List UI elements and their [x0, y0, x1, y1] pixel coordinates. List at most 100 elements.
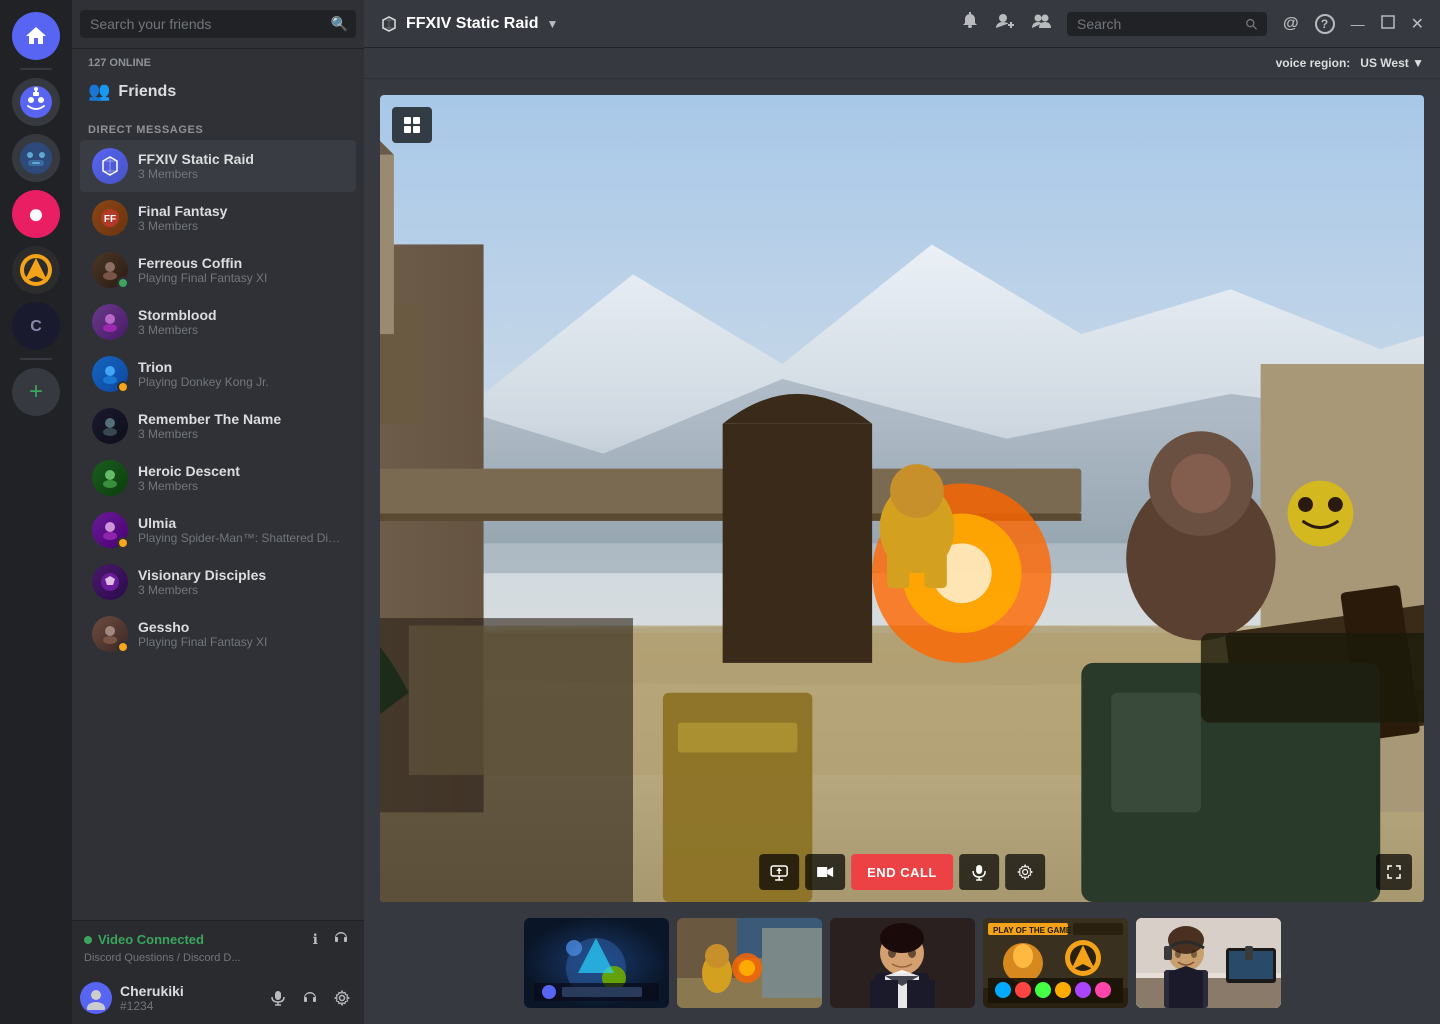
dm-avatar-heroic-descent — [92, 460, 128, 496]
thumbnail-3[interactable] — [830, 918, 975, 1008]
video-fullscreen-btn[interactable] — [1376, 854, 1412, 890]
user-info: Cherukiki #1234 — [120, 983, 256, 1013]
voice-channel-path: Discord Questions / Discord D... — [84, 952, 352, 964]
home-button[interactable] — [12, 12, 60, 60]
dm-item-stormblood[interactable]: Stormblood 3 Members ✕ — [80, 296, 356, 348]
top-header: FFXIV Static Raid ▼ — [364, 0, 1440, 48]
dm-item-ffxiv-static[interactable]: FFXIV Static Raid 3 Members ✕ — [80, 140, 356, 192]
server-icon-bot[interactable] — [12, 78, 60, 126]
thumbnail-5[interactable] — [1136, 918, 1281, 1008]
dm-avatar-remember-the-name — [92, 408, 128, 444]
dm-item-trion[interactable]: Trion Playing Donkey Kong Jr. ✕ — [80, 348, 356, 400]
video-controls: END CALL — [759, 854, 1045, 890]
dm-avatar-gessho — [92, 616, 128, 652]
dm-item-visionary-disciples[interactable]: Visionary Disciples 3 Members ✕ — [80, 556, 356, 608]
thumbnail-2[interactable] — [677, 918, 822, 1008]
thumbnails-row: PLAY OF THE GAME — [380, 918, 1424, 1008]
user-headphones-button[interactable] — [296, 984, 324, 1012]
voice-headphones-btn[interactable] — [330, 929, 352, 950]
dm-sub-ulmia: Playing Spider-Man™: Shattered Dimen... — [138, 531, 344, 545]
server-divider-2 — [20, 358, 52, 360]
dm-sub-ferreous-coffin: Playing Final Fantasy XI — [138, 271, 344, 285]
thumbnail-1[interactable] — [524, 918, 669, 1008]
camera-btn[interactable] — [805, 854, 845, 890]
voice-region-value[interactable]: US West ▼ — [1360, 56, 1424, 70]
dm-name-remember-the-name: Remember The Name — [138, 411, 344, 427]
dm-name-ffxiv-static: FFXIV Static Raid — [138, 151, 344, 167]
svg-text:FF: FF — [104, 214, 116, 225]
dm-item-final-fantasy[interactable]: FF Final Fantasy 3 Members ✕ — [80, 192, 356, 244]
friends-sidebar: 🔍 127 ONLINE 👥 Friends DIRECT MESSAGES F… — [72, 0, 364, 1024]
header-search-input[interactable] — [1077, 16, 1237, 32]
friends-header[interactable]: 👥 Friends — [72, 69, 364, 108]
video-grid-btn[interactable] — [392, 107, 432, 143]
dm-item-remember-the-name[interactable]: Remember The Name 3 Members ✕ — [80, 400, 356, 452]
dm-info-remember-the-name: Remember The Name 3 Members — [138, 411, 344, 441]
add-friend-btn[interactable] — [995, 11, 1015, 36]
dm-info-final-fantasy: Final Fantasy 3 Members — [138, 203, 344, 233]
server-icon-red[interactable]: ● — [12, 190, 60, 238]
dm-sub-ffxiv-static: 3 Members — [138, 167, 344, 181]
dm-info-ferreous-coffin: Ferreous Coffin Playing Final Fantasy XI — [138, 255, 344, 285]
minimize-btn[interactable]: — — [1351, 16, 1365, 32]
at-btn[interactable]: @ — [1283, 15, 1299, 33]
maximize-btn[interactable] — [1381, 13, 1395, 34]
dm-info-ffxiv-static: FFXIV Static Raid 3 Members — [138, 151, 344, 181]
server-dropdown-icon[interactable]: ▼ — [546, 17, 558, 31]
user-mic-button[interactable] — [264, 984, 292, 1012]
share-screen-btn[interactable] — [759, 854, 799, 890]
end-call-btn[interactable]: END CALL — [851, 854, 953, 890]
dm-info-ulmia: Ulmia Playing Spider-Man™: Shattered Dim… — [138, 515, 344, 545]
friends-search-area: 🔍 — [72, 0, 364, 49]
server-icon-overwatch[interactable] — [12, 246, 60, 294]
mute-btn[interactable] — [959, 854, 999, 890]
server-icon-robot[interactable] — [12, 134, 60, 182]
dm-name-final-fantasy: Final Fantasy — [138, 203, 344, 219]
user-name: Cherukiki — [120, 983, 256, 999]
voice-connected-area: Video Connected ℹ Discord Questions / Di… — [72, 920, 364, 972]
voice-info-btn[interactable]: ℹ — [309, 929, 322, 950]
dm-avatar-stormblood — [92, 304, 128, 340]
members-btn[interactable] — [1031, 11, 1051, 36]
dm-section-label: DIRECT MESSAGES — [72, 108, 364, 140]
close-btn[interactable]: ✕ — [1411, 14, 1424, 34]
dm-name-ulmia: Ulmia — [138, 515, 344, 531]
user-avatar — [80, 982, 112, 1014]
dm-item-heroic-descent[interactable]: Heroic Descent 3 Members ✕ — [80, 452, 356, 504]
svg-text:C: C — [30, 318, 42, 335]
dm-sub-stormblood: 3 Members — [138, 323, 344, 337]
friends-search-input[interactable] — [80, 10, 356, 38]
thumbnail-4[interactable]: PLAY OF THE GAME — [983, 918, 1128, 1008]
svg-text:PLAY OF THE GAME: PLAY OF THE GAME — [993, 926, 1072, 935]
friends-search-icon: 🔍 — [331, 16, 348, 33]
dm-sub-heroic-descent: 3 Members — [138, 479, 344, 493]
header-actions: @ ? — ✕ — [961, 11, 1424, 36]
dm-item-gessho[interactable]: Gessho Playing Final Fantasy XI ✕ — [80, 608, 356, 660]
dm-list: FFXIV Static Raid 3 Members ✕ FF Final F… — [72, 140, 364, 920]
dm-name-stormblood: Stormblood — [138, 307, 344, 323]
dm-info-stormblood: Stormblood 3 Members — [138, 307, 344, 337]
voice-region-label: voice region: — [1276, 56, 1351, 70]
dm-name-heroic-descent: Heroic Descent — [138, 463, 344, 479]
dm-sub-trion: Playing Donkey Kong Jr. — [138, 375, 344, 389]
dm-sub-final-fantasy: 3 Members — [138, 219, 344, 233]
dm-item-ferreous-coffin[interactable]: Ferreous Coffin Playing Final Fantasy XI… — [80, 244, 356, 296]
dm-avatar-ffxiv-static — [92, 148, 128, 184]
voice-status-dot — [84, 936, 92, 944]
help-btn[interactable]: ? — [1315, 14, 1335, 34]
user-controls — [264, 984, 356, 1012]
game-scene-bg — [380, 95, 1424, 902]
server-icon-chair[interactable]: C — [12, 302, 60, 350]
dm-item-ulmia[interactable]: Ulmia Playing Spider-Man™: Shattered Dim… — [80, 504, 356, 556]
user-settings-button[interactable] — [328, 984, 356, 1012]
notification-btn[interactable] — [961, 12, 979, 35]
call-settings-btn[interactable] — [1005, 854, 1045, 890]
dm-info-trion: Trion Playing Donkey Kong Jr. — [138, 359, 344, 389]
dm-name-trion: Trion — [138, 359, 344, 375]
dm-name-gessho: Gessho — [138, 619, 344, 635]
dm-name-visionary-disciples: Visionary Disciples — [138, 567, 344, 583]
friends-label: Friends — [118, 83, 176, 101]
add-server-button[interactable]: + — [12, 368, 60, 416]
online-count: 127 ONLINE — [72, 49, 364, 69]
header-search-icon — [1245, 17, 1257, 31]
